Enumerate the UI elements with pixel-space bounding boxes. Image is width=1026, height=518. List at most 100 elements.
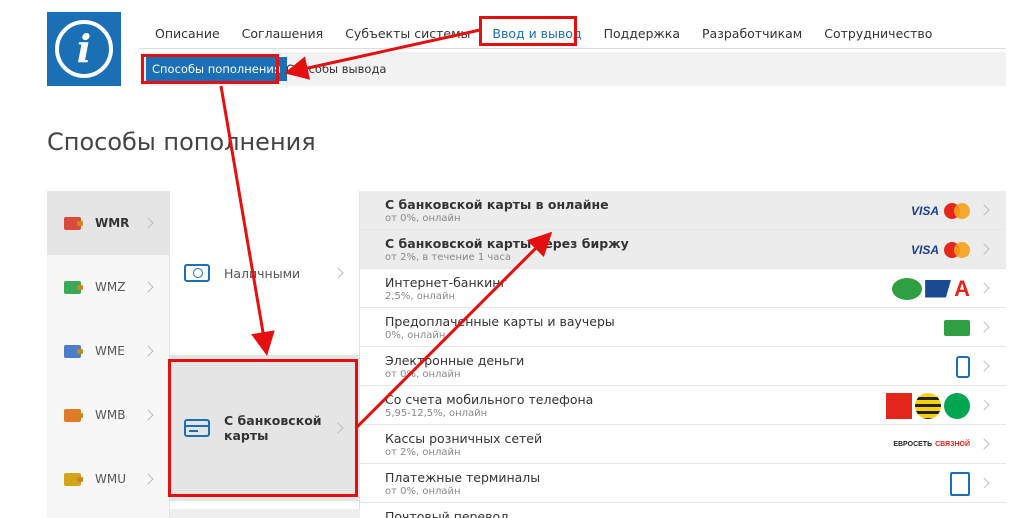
wallet-icon — [64, 280, 83, 294]
phone-icon — [956, 355, 970, 378]
option-title: Предоплаченные карты и ваучеры — [385, 314, 615, 329]
currency-item-wmr[interactable]: WMR — [47, 191, 170, 255]
megafon-logo — [944, 392, 970, 419]
option-title: Платежные терминалы — [385, 470, 541, 485]
chevron-right-icon — [978, 204, 990, 216]
option-subtitle: от 0%, онлайн — [385, 486, 461, 497]
bank-card-icon — [184, 419, 210, 437]
option-title: Интернет-банкинг — [385, 275, 508, 290]
svyaznoy-logo: СВЯЗНОЙ — [935, 441, 970, 448]
mastercard-logo — [944, 241, 970, 258]
nav-item-developers[interactable]: Разработчикам — [702, 26, 802, 41]
option-row-prepaid-cards[interactable]: Предоплаченные карты и ваучеры 0%, онлай… — [360, 308, 1006, 347]
option-title: Кассы розничных сетей — [385, 431, 543, 446]
method-item-cash[interactable]: Наличными — [170, 231, 360, 315]
currency-label: WMB — [95, 408, 126, 422]
nav-item-input-output[interactable]: Ввод и вывод — [492, 26, 581, 41]
euroset-logo: ЕВРОСЕТЬ — [893, 441, 933, 448]
option-row-card-online[interactable]: С банковской карты в онлайне от 0%, онла… — [360, 191, 1006, 230]
payment-options-list: С банковской карты в онлайне от 0%, онла… — [360, 191, 1006, 518]
option-row-postal[interactable]: Почтовый перевод — [360, 503, 1006, 518]
subnav-deposit-methods[interactable]: Способы пополнения — [146, 57, 287, 81]
subnav-withdraw-methods[interactable]: Способы вывода — [286, 57, 386, 81]
beeline-logo — [915, 392, 941, 419]
option-subtitle: от 0%, онлайн — [385, 369, 461, 380]
nav-item-description[interactable]: Описание — [155, 26, 220, 41]
option-title: Электронные деньги — [385, 353, 525, 368]
method-label: С банковской карты — [224, 413, 322, 443]
option-subtitle: 0%, онлайн — [385, 330, 446, 341]
option-title: С банковской карты через биржу — [385, 236, 629, 251]
currency-label: WMU — [95, 472, 127, 486]
chevron-right-icon — [332, 422, 344, 434]
mts-logo — [886, 392, 912, 419]
option-row-mobile[interactable]: Со счета мобильного телефона 5,95-12,5%,… — [360, 386, 1006, 425]
chevron-right-icon — [142, 409, 154, 421]
currency-item-wme[interactable]: WME — [47, 319, 170, 383]
option-row-card-exchange[interactable]: С банковской карты через биржу от 2%, в … — [360, 230, 1006, 269]
logo-letter: i — [76, 26, 92, 71]
option-logos: VISA — [911, 191, 970, 230]
option-logos: ЕВРОСЕТЬ СВЯЗНОЙ — [893, 425, 970, 464]
currency-item-wmb[interactable]: WMB — [47, 383, 170, 447]
currency-label: WME — [95, 344, 125, 358]
option-logos — [956, 347, 970, 386]
info-icon: i — [55, 20, 113, 78]
cash-icon — [184, 264, 210, 282]
chevron-right-icon — [142, 473, 154, 485]
option-subtitle: от 2%, в течение 1 часа — [385, 252, 512, 263]
option-logos — [944, 308, 970, 347]
mastercard-logo — [944, 202, 970, 219]
option-logos — [950, 464, 970, 503]
option-subtitle: от 0%, онлайн — [385, 213, 461, 224]
option-row-terminals[interactable]: Платежные терминалы от 0%, онлайн — [360, 464, 1006, 503]
nav-item-cooperation[interactable]: Сотрудничество — [824, 26, 932, 41]
currency-item-wmz[interactable]: WMZ — [47, 255, 170, 319]
alfa-bank-logo: А — [954, 275, 970, 301]
option-row-internet-banking[interactable]: Интернет-банкинг 2,5%, онлайн А — [360, 269, 1006, 308]
option-subtitle: 2,5%, онлайн — [385, 291, 455, 302]
currency-list: WMR WMZ WME WMB WMU — [47, 191, 170, 518]
top-navigation: Описание Соглашения Субъекты системы Вво… — [155, 18, 954, 48]
option-subtitle: от 2%, онлайн — [385, 447, 461, 458]
currency-label: WMZ — [95, 280, 126, 294]
voucher-icon — [944, 319, 970, 336]
option-logos: VISA — [911, 230, 970, 269]
webmoney-info-logo[interactable]: i — [47, 12, 121, 86]
wallet-icon — [64, 408, 83, 422]
chevron-right-icon — [978, 438, 990, 450]
nav-item-agreements[interactable]: Соглашения — [242, 26, 324, 41]
chevron-right-icon — [978, 360, 990, 372]
vtb-logo — [925, 279, 952, 298]
chevron-right-icon — [978, 321, 990, 333]
chevron-right-icon — [978, 282, 990, 294]
option-row-e-money[interactable]: Электронные деньги от 0%, онлайн — [360, 347, 1006, 386]
atm-icon — [950, 471, 970, 496]
option-logos — [946, 503, 970, 518]
sub-navigation: Способы пополнения Способы вывода — [140, 52, 1006, 86]
method-item-bank-card[interactable]: С банковской карты — [170, 355, 360, 501]
nav-item-support[interactable]: Поддержка — [604, 26, 680, 41]
nav-item-subjects[interactable]: Субъекты системы — [345, 26, 470, 41]
option-logos: А — [892, 269, 970, 308]
option-title: Почтовый перевод — [385, 509, 509, 518]
nav-divider — [140, 48, 1006, 49]
option-title: Со счета мобильного телефона — [385, 392, 594, 407]
visa-logo: VISA — [910, 242, 939, 257]
method-list-footer — [170, 509, 360, 518]
currency-label: WMR — [95, 216, 130, 230]
wallet-icon — [64, 216, 83, 230]
sberbank-logo — [892, 277, 923, 300]
method-list: Наличными С банковской карты — [170, 191, 360, 518]
chevron-right-icon — [332, 267, 344, 279]
method-label: Наличными — [224, 265, 301, 281]
option-row-retail[interactable]: Кассы розничных сетей от 2%, онлайн ЕВРО… — [360, 425, 1006, 464]
chevron-right-icon — [978, 243, 990, 255]
option-title: С банковской карты в онлайне — [385, 197, 609, 212]
chevron-right-icon — [142, 281, 154, 293]
chevron-right-icon — [978, 399, 990, 411]
wallet-icon — [64, 472, 83, 486]
option-subtitle: 5,95-12,5%, онлайн — [385, 408, 488, 419]
option-logos — [886, 386, 970, 425]
currency-item-wmu[interactable]: WMU — [47, 447, 170, 511]
